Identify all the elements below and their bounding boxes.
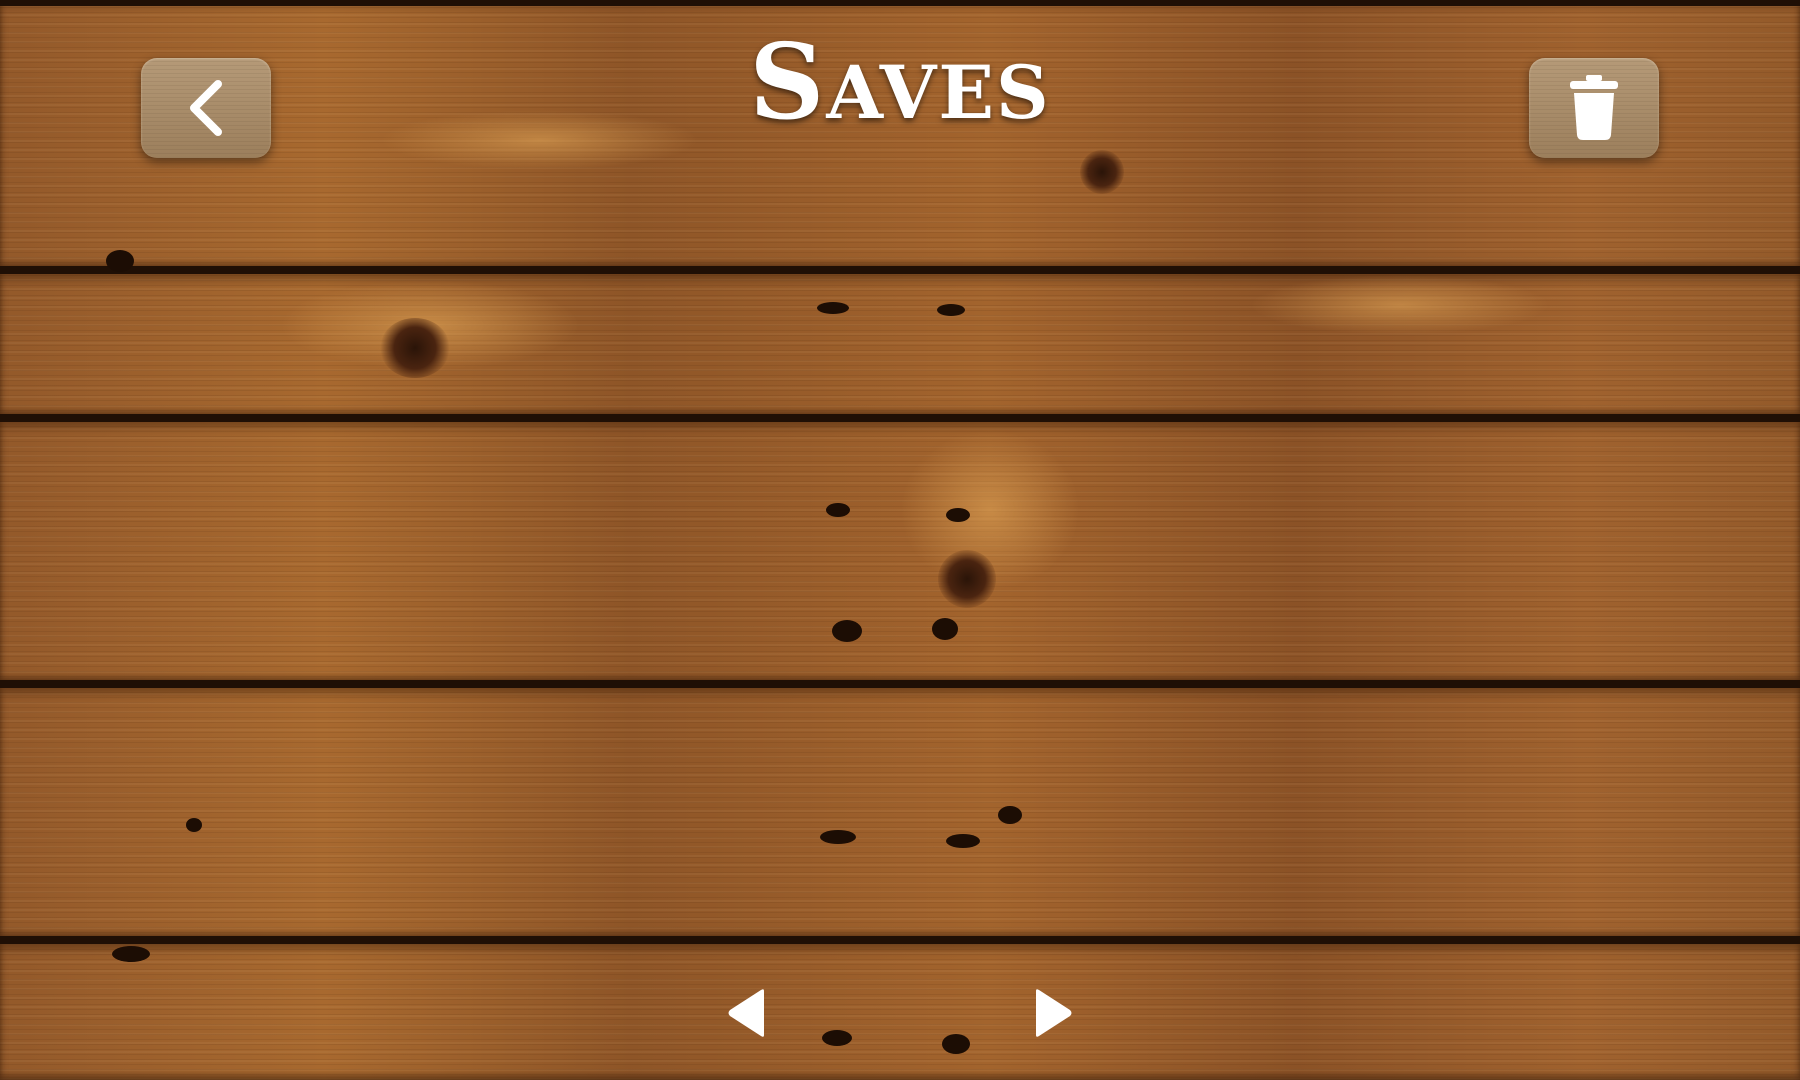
triangle-right-icon — [1026, 988, 1076, 1038]
delete-all-button[interactable] — [1529, 58, 1659, 158]
previous-page-button[interactable] — [724, 988, 774, 1038]
triangle-left-icon — [724, 988, 774, 1038]
trash-icon — [1568, 75, 1620, 141]
wood-plank-background — [0, 0, 1800, 1080]
next-page-button[interactable] — [1026, 988, 1076, 1038]
